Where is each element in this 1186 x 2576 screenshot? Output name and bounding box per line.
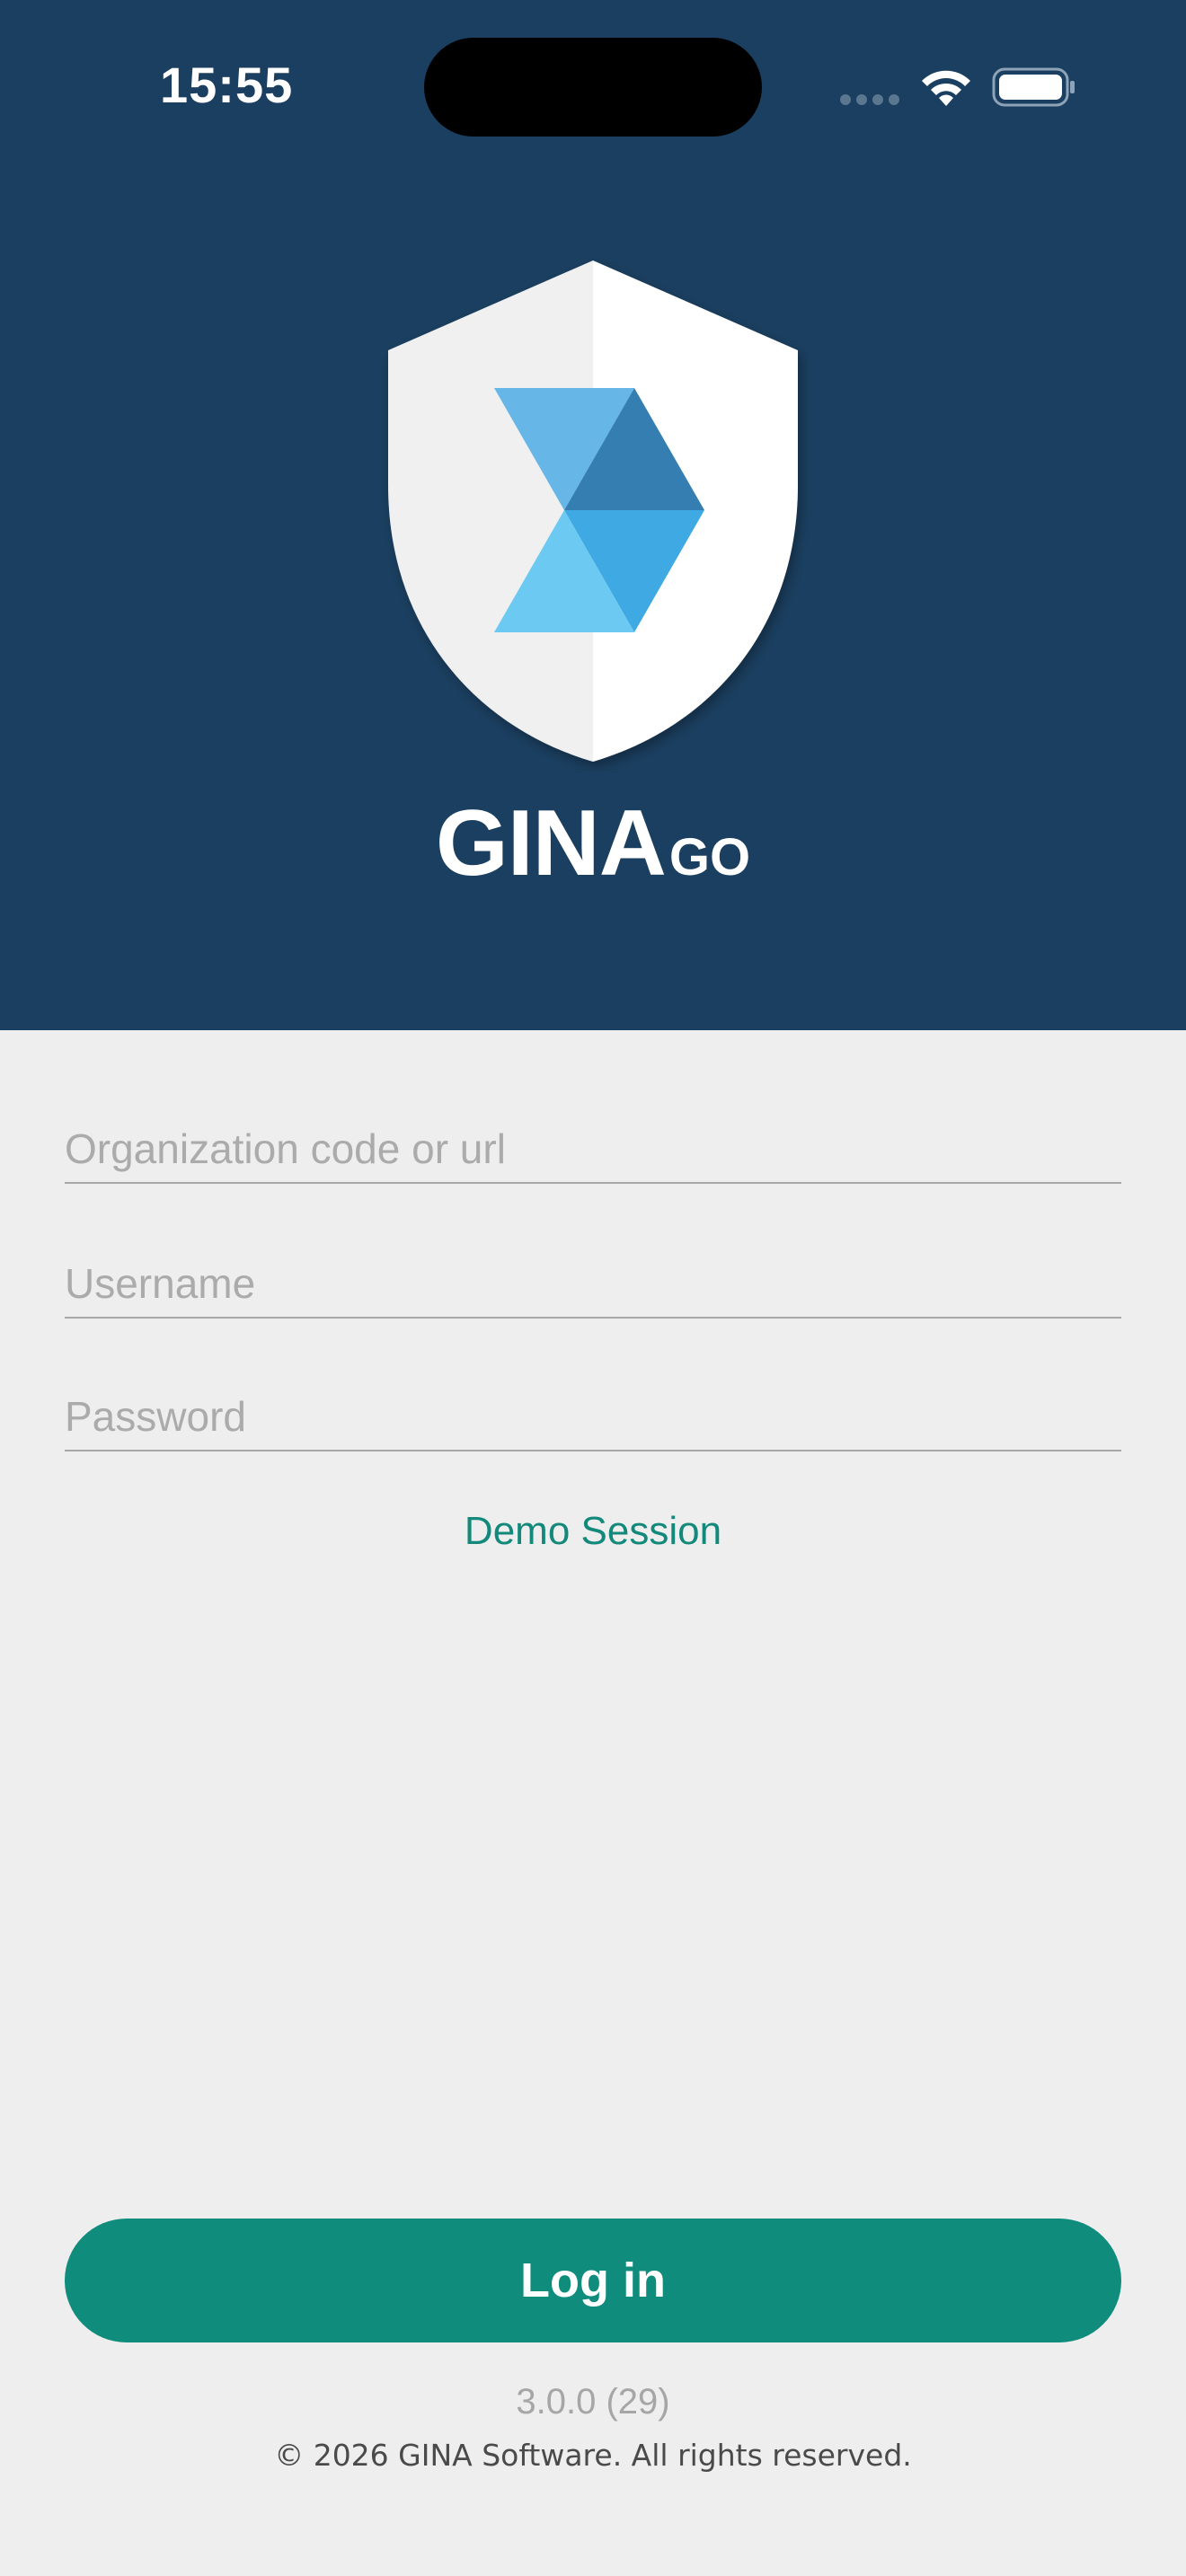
brand-suffix: GO [668,828,751,887]
header-banner: 15:55 GINAGO [0,0,1186,1030]
demo-session-link[interactable]: Demo Session [0,1509,1186,1554]
username-field [65,1232,1121,1319]
dynamic-island [424,38,762,137]
battery-icon [992,67,1075,107]
version-label: 3.0.0 (29) [516,2382,670,2422]
signal-icon [840,94,899,105]
password-input[interactable] [65,1392,1121,1441]
shield-logo-icon [388,260,798,762]
status-time: 15:55 [160,57,294,113]
copyright-text: © 2026 GINA Software. All rights reserve… [274,2438,912,2473]
brand-name: GINA [435,791,667,895]
brand-wordmark: GINAGO [0,790,1186,897]
organization-input[interactable] [65,1125,1121,1173]
username-input[interactable] [65,1259,1121,1308]
wifi-icon [922,70,970,106]
password-field [65,1365,1121,1451]
login-button[interactable]: Log in [65,2219,1121,2342]
organization-field [65,1098,1121,1184]
